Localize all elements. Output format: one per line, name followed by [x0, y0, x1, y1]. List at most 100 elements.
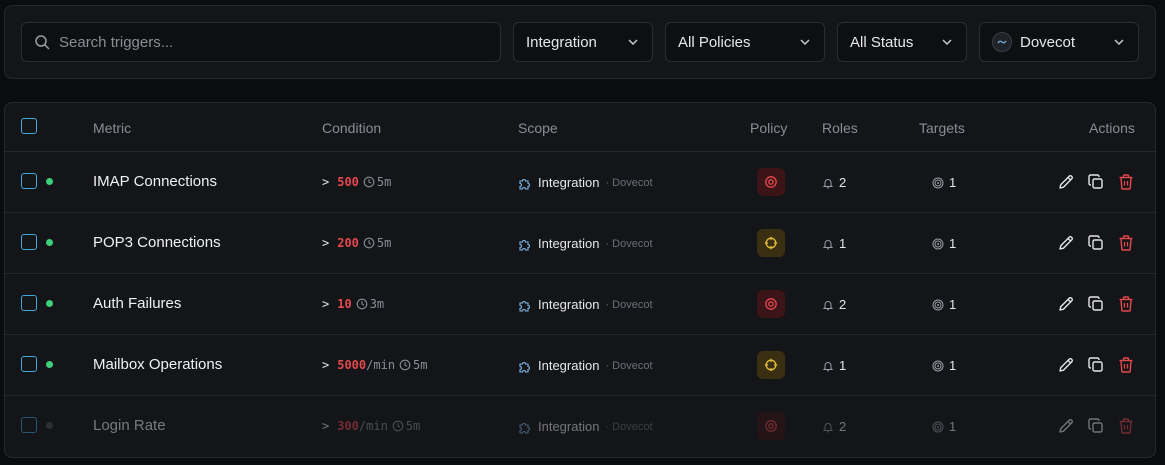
column-targets: Targets	[919, 120, 965, 136]
type-select[interactable]: Integration	[513, 22, 653, 62]
status-select-value: All Status	[850, 33, 914, 51]
trash-icon	[1119, 174, 1133, 190]
metric-name: Auth Failures	[93, 295, 182, 312]
duplicate-button[interactable]	[1087, 295, 1105, 313]
integration-select-value: Dovecot	[1020, 33, 1076, 51]
row-checkbox[interactable]	[21, 173, 37, 189]
column-actions: Actions	[1089, 120, 1135, 136]
target-icon	[932, 177, 944, 188]
delete-button[interactable]	[1117, 356, 1135, 374]
chevron-down-icon	[800, 39, 810, 46]
copy-icon	[1088, 357, 1103, 372]
scope-type: Integration	[538, 297, 600, 312]
duration-text: 5m	[413, 358, 428, 372]
duration-text: 5m	[376, 236, 392, 250]
targets-count: 1	[949, 297, 957, 312]
targets: 1	[932, 236, 956, 251]
metric-name: POP3 Connections	[93, 234, 221, 251]
bell-icon	[822, 361, 834, 371]
edit-button[interactable]	[1057, 234, 1075, 252]
table-row[interactable]: POP3 Connections > 200 5m Integration · …	[5, 213, 1155, 274]
type-select-value: Integration	[526, 33, 597, 51]
puzzle-icon	[519, 178, 530, 190]
roles: 2	[822, 297, 846, 312]
roles: 1	[822, 358, 846, 373]
dovecot-icon	[992, 32, 1012, 52]
policy-warning-badge[interactable]	[757, 351, 785, 379]
row-checkbox[interactable]	[21, 356, 37, 372]
row-checkbox[interactable]	[21, 295, 37, 311]
copy-icon	[1088, 235, 1103, 250]
critical-icon	[765, 176, 777, 188]
select-all-checkbox[interactable]	[21, 118, 37, 134]
condition-value: 10	[337, 297, 352, 311]
delete-button[interactable]	[1117, 417, 1135, 435]
table-row[interactable]: Auth Failures > 10 3m Integration · Dove…	[5, 274, 1155, 335]
integration-select[interactable]: Dovecot	[979, 22, 1139, 62]
bell-icon	[822, 178, 834, 188]
row-checkbox[interactable]	[21, 234, 37, 250]
roles-count: 2	[839, 419, 847, 434]
policy-critical-badge[interactable]	[757, 290, 785, 318]
crosshair-icon	[764, 358, 778, 372]
policy-warning-badge[interactable]	[757, 229, 785, 257]
policy-critical-badge[interactable]	[757, 412, 785, 440]
scope-integration: · Dovecot	[605, 176, 653, 189]
scope-type: Integration	[538, 236, 600, 251]
target-icon	[932, 421, 944, 432]
table-row[interactable]: Login Rate > 300 /min 5m Integration · D…	[5, 396, 1155, 457]
table-row[interactable]: Mailbox Operations > 5000 /min 5m Integr…	[5, 335, 1155, 396]
targets: 1	[932, 358, 956, 373]
metric-name: Mailbox Operations	[93, 356, 223, 373]
condition-operator: >	[322, 419, 330, 433]
policy-select-value: All Policies	[678, 33, 751, 51]
edit-button[interactable]	[1057, 295, 1075, 313]
condition-operator: >	[322, 175, 330, 189]
trash-icon	[1119, 235, 1133, 251]
condition: > 500 5m	[322, 175, 391, 189]
scope: Integration · Dovecot	[518, 175, 653, 190]
duplicate-button[interactable]	[1087, 356, 1105, 374]
clock-icon	[399, 359, 411, 371]
policy-critical-badge[interactable]	[757, 168, 785, 196]
delete-button[interactable]	[1117, 234, 1135, 252]
status-dot	[46, 239, 53, 246]
scope-type: Integration	[538, 175, 600, 190]
duration-text: 5m	[376, 175, 392, 189]
clock-icon	[356, 298, 368, 310]
condition-value: 5000	[337, 358, 367, 372]
bell-icon	[822, 300, 834, 310]
edit-button[interactable]	[1057, 173, 1075, 191]
delete-button[interactable]	[1117, 295, 1135, 313]
puzzle-icon	[519, 239, 530, 251]
column-policy: Policy	[750, 120, 788, 136]
puzzle-icon	[519, 300, 530, 312]
row-checkbox[interactable]	[21, 417, 37, 433]
duplicate-button[interactable]	[1087, 173, 1105, 191]
duration-text: 3m	[369, 297, 385, 311]
duplicate-button[interactable]	[1087, 417, 1105, 435]
triggers-table: Metric Condition Scope Policy Roles Targ…	[4, 102, 1156, 458]
search-field[interactable]	[21, 22, 501, 62]
trash-icon	[1119, 418, 1133, 434]
target-icon	[932, 360, 944, 371]
targets: 1	[932, 175, 956, 190]
edit-button[interactable]	[1057, 417, 1075, 435]
targets: 1	[932, 419, 956, 434]
clock-icon	[363, 176, 375, 188]
status-select[interactable]: All Status	[837, 22, 967, 62]
policy-select[interactable]: All Policies	[665, 22, 825, 62]
condition-duration: 5m	[363, 236, 391, 250]
table-row[interactable]: IMAP Connections > 500 5m Integration · …	[5, 152, 1155, 213]
condition-duration: 5m	[363, 175, 391, 189]
condition-duration: 5m	[399, 358, 428, 372]
delete-button[interactable]	[1117, 173, 1135, 191]
status-dot	[46, 361, 53, 368]
condition-operator: >	[322, 358, 330, 372]
duplicate-button[interactable]	[1087, 234, 1105, 252]
scope-integration: · Dovecot	[605, 420, 653, 433]
edit-button[interactable]	[1057, 356, 1075, 374]
roles-count: 2	[839, 297, 847, 312]
search-input[interactable]	[59, 33, 479, 51]
status-dot	[46, 300, 53, 307]
